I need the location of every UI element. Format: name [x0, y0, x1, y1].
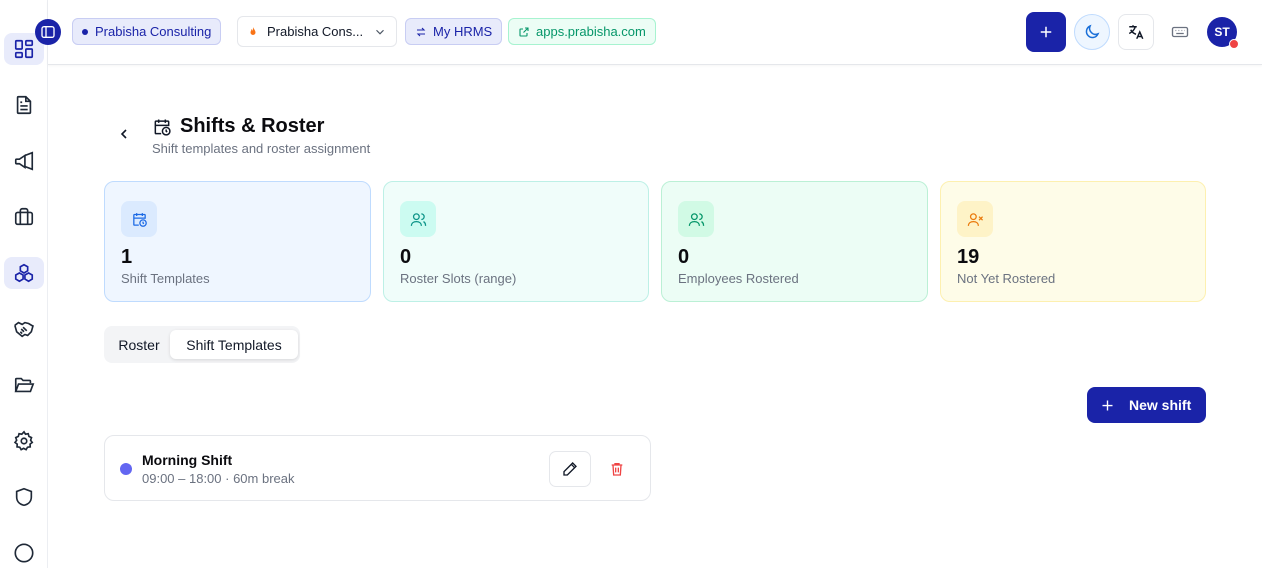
stat-label: Not Yet Rostered [957, 271, 1056, 286]
stat-icon-wrap [957, 201, 993, 237]
trash-icon [611, 463, 623, 476]
stat-value: 1 [121, 246, 133, 268]
stat-value: 19 [957, 246, 980, 268]
sidebar-toggle-button[interactable] [35, 19, 61, 45]
avatar-status-badge [1229, 39, 1239, 49]
topbar: Prabisha Consulting Prabisha Cons... My … [48, 0, 1262, 65]
sidebar-item-security[interactable] [4, 481, 44, 513]
shift-template-card: Morning Shift 09:00 – 18:00 · 60m break [104, 435, 651, 501]
gear-icon [13, 430, 34, 451]
org-chip-label: Prabisha Consulting [95, 24, 212, 39]
my-hrms-button[interactable]: My HRMS [405, 18, 503, 45]
page-title: Shifts & Roster [180, 115, 325, 137]
stat-card-roster-slots: 0 Roster Slots (range) [383, 181, 649, 302]
shift-color-dot [120, 463, 132, 475]
stat-card-employees-rostered: 0 Employees Rostered [661, 181, 928, 302]
stat-value: 0 [678, 246, 690, 268]
new-shift-button[interactable]: New shift [1087, 387, 1206, 423]
folder-open-icon [14, 377, 35, 393]
stat-label: Employees Rostered [678, 271, 799, 286]
plus-icon [1040, 26, 1052, 38]
stat-card-shift-templates: 1 Shift Templates [104, 181, 371, 302]
pencil-icon [563, 462, 577, 476]
moon-icon [1085, 24, 1100, 39]
edit-shift-button[interactable] [549, 451, 591, 487]
chevron-down-icon [376, 29, 384, 35]
sidebar-item-more[interactable] [4, 537, 44, 568]
flame-icon [250, 26, 256, 35]
sidebar-item-jobs[interactable] [4, 201, 44, 233]
stat-label: Shift Templates [121, 271, 210, 286]
back-button[interactable] [114, 124, 134, 144]
sidebar-panel-icon [41, 26, 55, 38]
my-hrms-label: My HRMS [433, 24, 493, 39]
chevron-left-icon [120, 129, 127, 139]
sidebar-item-settings[interactable] [4, 425, 44, 457]
theme-toggle-button[interactable] [1074, 14, 1110, 50]
handshake-icon [14, 321, 34, 338]
keyboard-shortcuts-button[interactable] [1162, 14, 1198, 50]
stat-icon-wrap [400, 201, 436, 237]
apps-link-label: apps.prabisha.com [536, 24, 646, 39]
stat-value: 0 [400, 246, 412, 268]
page-subtitle: Shift templates and roster assignment [152, 141, 371, 156]
users-icon [410, 212, 426, 226]
delete-shift-button[interactable] [602, 451, 632, 487]
shift-name: Morning Shift [142, 452, 233, 468]
quick-add-button[interactable] [1026, 12, 1066, 52]
org-chip[interactable]: Prabisha Consulting [72, 18, 222, 45]
org-dot-icon [82, 28, 88, 35]
new-shift-label: New shift [1129, 397, 1192, 413]
users-icon [688, 212, 704, 226]
view-tabs: Roster Shift Templates [104, 326, 300, 363]
calendar-clock-icon [132, 212, 147, 227]
app-root: Prabisha Consulting Prabisha Cons... My … [0, 0, 1262, 568]
stat-icon-wrap [121, 201, 157, 237]
megaphone-icon [14, 151, 34, 171]
sidebar-item-files[interactable] [4, 369, 44, 401]
keyboard-icon [1171, 26, 1189, 38]
stat-label: Roster Slots (range) [400, 271, 517, 286]
shield-icon [15, 487, 33, 507]
circle-icon [14, 543, 34, 563]
calendar-clock-icon [154, 119, 171, 136]
switch-arrows-icon [416, 27, 426, 36]
dashboard-icon [14, 39, 34, 59]
plus-icon [1102, 400, 1113, 410]
tab-roster[interactable]: Roster [108, 330, 170, 359]
language-button[interactable] [1118, 14, 1154, 50]
briefcase-icon [14, 207, 34, 226]
shift-meta: 09:00 – 18:00 · 60m break [142, 471, 295, 486]
tab-shift-templates[interactable]: Shift Templates [170, 330, 298, 359]
sidebar-item-documents[interactable] [4, 89, 44, 121]
apps-link[interactable]: apps.prabisha.com [508, 18, 656, 45]
translate-icon [1128, 25, 1144, 40]
org-select[interactable]: Prabisha Cons... [237, 16, 397, 47]
user-x-icon [967, 212, 983, 226]
stat-card-not-rostered: 19 Not Yet Rostered [940, 181, 1206, 302]
sidebar-item-shifts[interactable] [4, 257, 44, 289]
document-icon [16, 95, 32, 115]
sidebar-item-partners[interactable] [4, 313, 44, 345]
sidebar-item-announcements[interactable] [4, 145, 44, 177]
stat-icon-wrap [678, 201, 714, 237]
external-link-icon [519, 26, 529, 37]
sidebar [0, 0, 48, 568]
boxes-icon [14, 263, 34, 283]
org-select-value: Prabisha Cons... [267, 24, 364, 39]
